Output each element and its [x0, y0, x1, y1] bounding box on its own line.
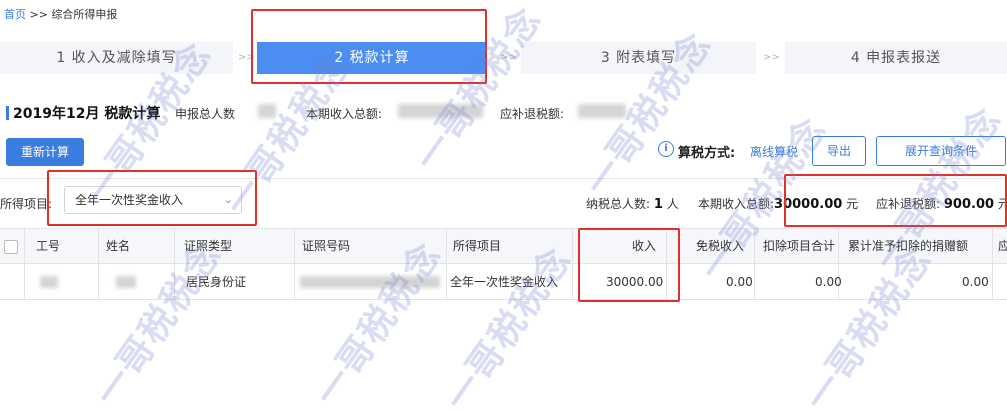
col-employee-id: 工号 — [36, 239, 61, 253]
info-icon[interactable]: i — [658, 141, 674, 157]
income-item-selected: 全年一次性奖金收入 — [75, 193, 184, 207]
recalculate-button[interactable]: 重新计算 — [6, 138, 84, 166]
col-tax-free: 免税收入 — [696, 239, 745, 253]
cell-income-item: 全年一次性奖金收入 — [450, 275, 559, 289]
stat-people-value: 1 — [653, 197, 663, 212]
col-income-item: 所得项目 — [453, 239, 502, 253]
step-separator: >> — [500, 52, 517, 63]
declarants-label: 申报总人数 — [175, 107, 236, 121]
breadcrumb-current: 综合所得申报 — [51, 8, 118, 21]
cell-tax-free: 0.00 — [726, 275, 753, 289]
stat-people: 纳税总人数: 1 人 — [586, 197, 679, 212]
cell-donation: 0.00 — [962, 275, 989, 289]
col-divider — [992, 228, 993, 300]
step-income-deduction[interactable]: 1 收入及减除填写 — [0, 42, 233, 74]
step-submit[interactable]: 4 申报表报送 — [785, 42, 1007, 74]
col-divider — [294, 228, 295, 300]
calc-method-label: 算税方式: — [678, 146, 736, 161]
step-separator: >> — [238, 52, 255, 63]
chevron-down-icon: ⌄ — [223, 193, 233, 206]
cell-deductions: 0.00 — [815, 275, 842, 289]
export-button[interactable]: 导出 — [812, 136, 866, 166]
watermark: 一哥税税念 — [407, 0, 550, 179]
income-item-filter-label: 所得项目: — [0, 197, 53, 211]
col-divider — [572, 228, 573, 300]
col-divider — [98, 228, 99, 300]
page-title: 2019年12月 税款计算 — [6, 103, 160, 123]
calc-method-value: 离线算税 — [750, 145, 799, 159]
select-all-checkbox[interactable] — [4, 240, 18, 254]
redacted-id-number — [300, 276, 440, 288]
stat-tax: 应补退税额: 900.00 元 — [876, 197, 1007, 212]
step-separator: >> — [763, 52, 780, 63]
stat-tax-value: 900.00 — [943, 197, 995, 212]
cell-income: 30000.00 — [606, 275, 664, 289]
income-item-select[interactable]: 全年一次性奖金收入 ⌄ — [64, 186, 242, 214]
summary-tax-label: 应补退税额: — [500, 107, 565, 121]
breadcrumb-separator: >> — [29, 8, 48, 21]
col-name: 姓名 — [106, 239, 131, 253]
cell-id-type: 居民身份证 — [186, 275, 247, 289]
redacted-employee-id — [40, 276, 58, 288]
title-accent-bar — [6, 106, 9, 120]
col-divider — [174, 228, 175, 300]
redacted-value — [398, 104, 483, 118]
col-income: 收入 — [632, 239, 657, 253]
stat-income: 本期收入总额:30000.00 元 — [698, 197, 859, 212]
breadcrumb: 首页 >> 综合所得申报 — [4, 6, 117, 22]
col-truncated: 应 — [998, 239, 1007, 253]
col-divider — [666, 228, 667, 300]
col-divider — [446, 228, 447, 300]
step-tax-calculation[interactable]: 2 税款计算 — [257, 42, 487, 74]
summary-income-label: 本期收入总额: — [306, 107, 383, 121]
col-donation: 累计准予扣除的捐赠额 — [848, 239, 969, 253]
step-attachment[interactable]: 3 附表填写 — [521, 42, 756, 74]
row-divider — [0, 299, 1007, 300]
col-divider — [24, 228, 25, 300]
col-id-type: 证照类型 — [184, 239, 233, 253]
col-divider — [754, 228, 755, 300]
redacted-value — [258, 104, 276, 118]
redacted-value — [578, 104, 626, 118]
stat-income-value: 30000.00 — [774, 197, 843, 212]
col-deductions: 扣除项目合计 — [763, 239, 836, 253]
redacted-name — [116, 276, 136, 288]
breadcrumb-home-link[interactable]: 首页 — [4, 8, 26, 21]
col-id-number: 证照号码 — [302, 239, 351, 253]
expand-query-button[interactable]: 展开查询条件 — [876, 136, 1006, 166]
divider — [0, 178, 1007, 179]
